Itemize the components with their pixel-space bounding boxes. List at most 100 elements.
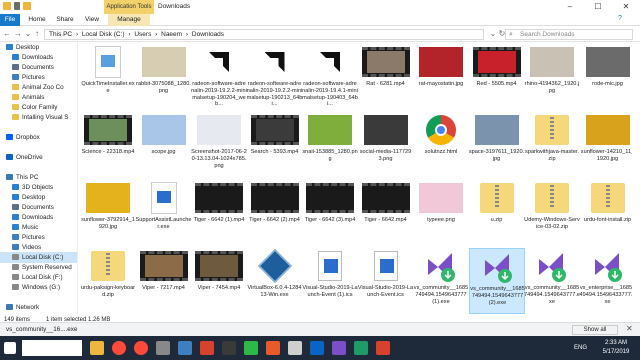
file-item[interactable]: Visual-Studio-2019-Launch-Event.ics [358,248,414,314]
nav-item-label: Network [16,304,40,311]
crumb-naeem[interactable]: Naeem [161,31,182,38]
file-item[interactable]: solutnzz.html [413,112,469,178]
file-item[interactable]: typeee.png [413,180,469,246]
chrome-taskbar-icon[interactable] [134,341,148,355]
up-arrow-icon[interactable]: ↑ [32,29,42,39]
file-name: space-3197611_1920.jpg [468,149,525,162]
file-item[interactable]: SupportAssistLauncher.exe [136,180,192,246]
app-taskbar-icon[interactable] [354,341,368,355]
tab-view[interactable]: View [82,14,102,26]
folder-icon[interactable] [3,2,11,10]
crumb-downloads[interactable]: Downloads [192,31,224,38]
file-item[interactable]: Viper - 7217.mp4 [136,248,192,314]
file-item[interactable]: vs_community__1685749494.1549643777.exe [524,248,580,314]
breadcrumb[interactable]: This PC › Local Disk (C:) › Users › Naee… [44,29,484,40]
app-taskbar-icon[interactable] [376,341,390,355]
app-taskbar-icon[interactable] [156,341,170,355]
clock[interactable]: 2:33 AM 5/17/2019 [598,339,634,357]
app-taskbar-icon[interactable] [310,341,324,355]
forward-arrow-icon[interactable]: → [13,29,23,39]
back-arrow-icon[interactable]: ← [2,29,12,39]
file-item[interactable]: Viper - 7454.mp4 [191,248,247,314]
app-taskbar-icon[interactable] [178,341,192,355]
image-thumbnail-icon [474,115,519,145]
file-item[interactable]: snail-153885_1280.png [302,112,358,178]
file-item[interactable]: rhino-4194362_1920.jpg [524,44,580,110]
file-item[interactable]: radeon-software-adrenalin-2019-19.4.1-mi… [302,44,358,110]
tab-home[interactable]: Home [26,14,48,26]
file-item[interactable]: vs_enterprise__1685749494.15496433777.ex… [580,248,632,314]
app-taskbar-icon[interactable] [222,341,236,355]
crumb-local-disk[interactable]: Local Disk (C:) [82,31,125,38]
start-icon[interactable] [4,342,16,354]
nav-item[interactable]: Network [0,302,77,313]
close-button[interactable]: ✕ [612,0,640,14]
search-input[interactable]: ⌕ Search Downloads [505,29,633,40]
tab-manage[interactable]: Manage [108,14,150,26]
chrome-taskbar-icon[interactable] [112,341,126,355]
clock-time: 2:33 AM [604,340,627,346]
crumb-this-pc[interactable]: This PC [49,31,72,38]
maximize-button[interactable]: ☐ [584,0,612,14]
file-item[interactable]: rat-mayostatin.jpg [413,44,469,110]
file-name: radeon-software-adrenalin-2019-19.2.2-mi… [246,81,303,108]
file-item[interactable]: social-media-1177293.png [358,112,414,178]
image-thumbnail-icon [86,183,130,213]
properties-icon[interactable] [14,2,20,10]
video-frame [366,187,405,209]
file-item[interactable]: Screenshot-2017-06-20-13.13.04-1024x785.… [191,112,247,178]
file-item[interactable]: vs_community__1685749494.1549643777 (2).… [468,248,525,314]
file-item[interactable]: rabbit-3075088_1280.png [136,44,192,110]
language-indicator[interactable]: ENG [574,336,587,360]
app-taskbar-icon[interactable] [288,341,302,355]
file-item[interactable]: Tiger - 6642 (1).mp4 [191,180,247,246]
app-taskbar-icon[interactable] [266,341,280,355]
file-item[interactable]: Visual-Studio-2019-Launch-Event (1).ics [302,248,358,314]
file-thumbnail [195,180,243,216]
nav-item-label: Documents [22,204,54,211]
minimize-button[interactable]: – [556,0,584,14]
file-item[interactable]: Udemy-Windows-Service-03-02.zip [524,180,580,246]
app-taskbar-icon[interactable] [244,341,258,355]
file-item[interactable]: Tiger - 6642.mp4 [358,180,414,246]
nav-item-label: Animals [22,94,45,101]
nav-item-label: Local Disk (F:) [22,274,63,281]
file-item[interactable]: vs_community__1685749494.1549643777 (1).… [413,248,469,314]
file-item[interactable]: rode-mic.jpg [580,44,633,110]
app-taskbar-icon[interactable] [200,341,214,355]
image-thumbnail-icon [141,47,186,77]
tab-file[interactable]: File [0,14,20,26]
file-item[interactable]: radeon-software-adrenalin-2019-19.2.2-mi… [247,44,303,110]
tab-share[interactable]: Share [54,14,76,26]
file-item[interactable]: Rat - 6281.mp4 [358,44,414,110]
amd-mark [320,52,340,72]
new-folder-icon[interactable] [23,2,31,10]
download-item[interactable]: vs_community__16....exe [6,325,94,335]
file-item[interactable]: sunflower-14210_11_1920.jpg [580,112,632,178]
file-thumbnail [195,44,243,80]
help-icon[interactable]: ? [618,15,622,22]
file-item[interactable]: radeon-software-adrenalin-2019-19.2.2-mi… [191,44,247,110]
close-download-bar-icon[interactable]: ✕ [626,324,633,333]
context-tab-application-tools[interactable]: Application Tools [104,0,154,14]
executable-icon [150,182,177,214]
file-item[interactable]: space-3197611_1920.jpg [469,112,525,178]
file-item[interactable]: Science - 22318.mp4 [80,112,136,178]
file-item[interactable]: u.zip [469,180,525,246]
file-item[interactable]: QuickTimeInstaller.exe [80,44,136,110]
visual-studio-taskbar-icon[interactable] [332,341,346,355]
file-item[interactable]: sparkwithjava-master.zip [524,112,580,178]
file-item[interactable]: Red - 5505.mp4 [469,44,525,110]
file-item[interactable]: VirtualBox-6.0.4-128413-Win.exe [247,248,303,314]
taskbar-search[interactable] [22,340,82,356]
file-item[interactable]: sunflower-3792914_1920.jpg [80,180,136,246]
file-item[interactable]: urdu-font-install.zip [580,180,633,246]
file-item[interactable]: urdu-paksign-keyboard.zip [80,248,136,314]
file-item[interactable]: Search - 5393.mp4 [247,112,303,178]
file-explorer-taskbar-icon[interactable] [90,341,104,355]
show-all-button[interactable]: Show all [572,325,618,335]
file-item[interactable]: scope.jpg [136,112,192,178]
crumb-users[interactable]: Users [134,31,151,38]
file-item[interactable]: Tiger - 6642 (2).mp4 [247,180,303,246]
file-item[interactable]: Tiger - 6642 (3).mp4 [302,180,358,246]
